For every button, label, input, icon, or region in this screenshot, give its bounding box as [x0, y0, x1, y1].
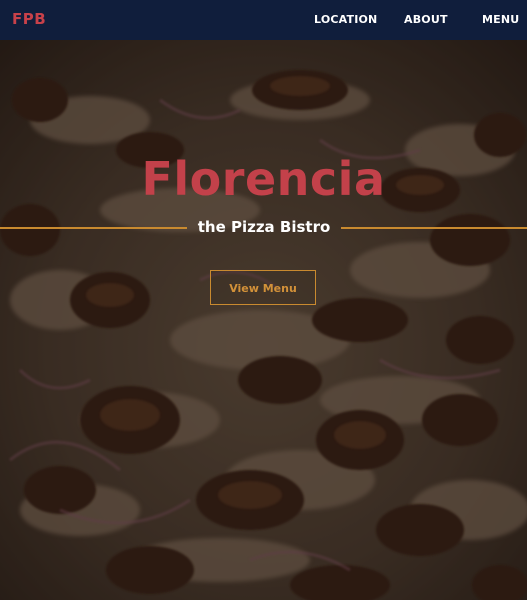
page: FPB LOCATION ABOUT MENU Florencia the Pi…: [0, 0, 527, 600]
subtitle-divider-right: [341, 227, 527, 229]
subtitle-divider-left: [0, 227, 187, 229]
view-menu-button[interactable]: View Menu: [210, 270, 316, 305]
hero-section: Florencia the Pizza Bistro View Menu: [0, 40, 527, 600]
nav-link-about[interactable]: ABOUT: [404, 13, 448, 26]
brand-logo[interactable]: FPB: [12, 10, 46, 28]
nav-link-menu[interactable]: MENU: [482, 13, 519, 26]
hero-dark-overlay: [0, 40, 527, 600]
hero-title: Florencia: [141, 152, 386, 206]
nav-link-location[interactable]: LOCATION: [314, 13, 377, 26]
hero-subtitle: the Pizza Bistro: [197, 218, 331, 236]
navbar: FPB LOCATION ABOUT MENU: [0, 0, 527, 40]
